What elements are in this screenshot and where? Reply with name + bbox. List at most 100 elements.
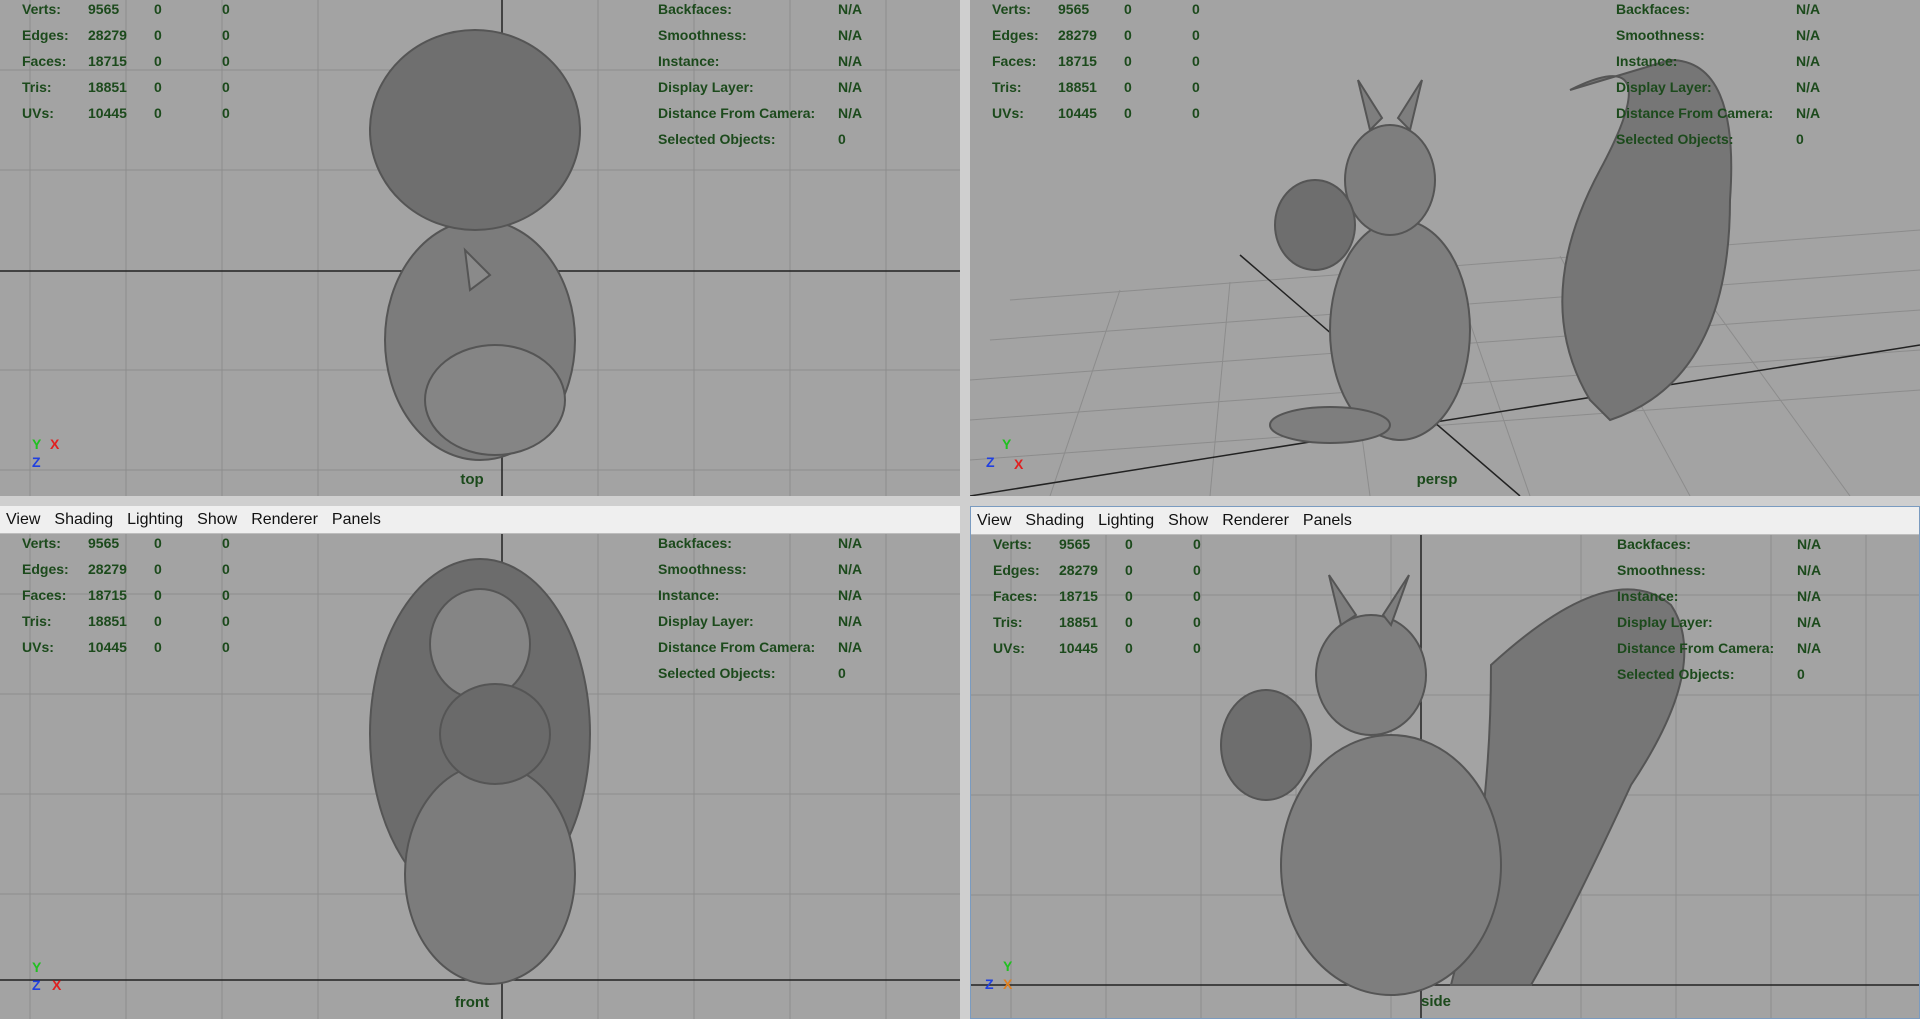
panel-top[interactable]: Verts: 9565 0 0 Edges: 28279 0 0 Faces: 18715 0 0 Tr… (0, 0, 960, 496)
hud-info-label: Backfaces: (1617, 536, 1691, 552)
hud-info-label: Backfaces: (1616, 1, 1690, 17)
hud-stat-value: 0 (1193, 588, 1201, 604)
hud-stat-value: 0 (1193, 614, 1201, 630)
hud-stat-value: 0 (1124, 1, 1132, 17)
hud-stat-value: 0 (1193, 640, 1201, 656)
menu-panels[interactable]: Panels (332, 511, 381, 529)
axis-label: X (1014, 456, 1024, 472)
hud-stat-value: 0 (222, 535, 230, 551)
panel-side[interactable]: View Shading Lighting Show Renderer Panels Ve… (970, 506, 1920, 1019)
hud-stat-value: 28279 (88, 27, 127, 43)
hud-info-value: N/A (838, 79, 863, 95)
axis-gizmo-persp: Y Z X (984, 436, 1024, 476)
hud-info-value: N/A (838, 613, 863, 629)
hud-info-value: N/A (838, 1, 863, 17)
hud-info-label: Smoothness: (1616, 27, 1705, 43)
hud-stat-value: 0 (154, 53, 162, 69)
hud-stat-value: Tris: (992, 79, 1022, 95)
hud-stat-value: 0 (1125, 614, 1133, 630)
hud-stat-value: 9565 (88, 535, 120, 551)
viewport-side[interactable] (971, 535, 1919, 1018)
hud-info-label: Display Layer: (1617, 614, 1713, 630)
hud-info-label: Distance From Camera: (1616, 105, 1774, 121)
hud-stat-value: 9565 (1059, 536, 1091, 552)
hud-info-value: 0 (1797, 666, 1805, 682)
hud-info-value: N/A (838, 27, 863, 43)
hud-stat-value: 0 (222, 105, 230, 121)
hud-stat-value: Verts: (22, 535, 61, 551)
panel-front[interactable]: View Shading Lighting Show Renderer Panels Ve… (0, 506, 960, 1019)
hud-info-value: 0 (838, 665, 846, 681)
viewport-front[interactable] (0, 534, 960, 1019)
hud-info-value: N/A (1797, 588, 1822, 604)
hud-info-label: Selected Objects: (1616, 131, 1734, 147)
hud-info-label: Display Layer: (1616, 79, 1712, 95)
menu-view[interactable]: View (6, 511, 40, 529)
hud-stat-value: 18851 (88, 79, 127, 95)
axis-label: Y (32, 436, 42, 452)
panel-splitter-horizontal[interactable] (0, 496, 1920, 506)
grid-side (971, 535, 1919, 1018)
menu-show[interactable]: Show (197, 511, 237, 529)
hud-stat-value: 0 (154, 27, 162, 43)
hud-stat-value: 9565 (88, 1, 120, 17)
menu-shading[interactable]: Shading (54, 511, 113, 529)
hud-info-value: N/A (838, 105, 863, 121)
hud-stat-value: Edges: (992, 27, 1039, 43)
hud-info-value: N/A (838, 535, 863, 551)
axis-label: Y (32, 959, 42, 975)
hud-stat-value: 18851 (1058, 79, 1097, 95)
hud-stat-value: 18851 (1059, 614, 1098, 630)
menu-view[interactable]: View (977, 512, 1011, 530)
camera-label-front: front (454, 994, 490, 1011)
hud-stat-value: 18715 (1058, 53, 1097, 69)
axis-gizmo-front: Y Z X (28, 959, 68, 999)
hud-stat-value: 0 (154, 535, 162, 551)
hud-info-label: Selected Objects: (1617, 666, 1735, 682)
hud-info-label: Distance From Camera: (658, 105, 816, 121)
panel-persp[interactable]: Verts: 9565 0 0 Edges: 28279 0 0 Faces: 18715 0 0 Tr… (970, 0, 1920, 496)
viewport-top[interactable] (0, 0, 960, 496)
hud-info-label: Backfaces: (658, 535, 732, 551)
hud-info-label: Smoothness: (1617, 562, 1706, 578)
hud-stat-value: 0 (1193, 562, 1201, 578)
hud-info-label: Instance: (658, 587, 720, 603)
hud-stat-value: 0 (1192, 53, 1200, 69)
viewport-persp[interactable] (970, 0, 1920, 496)
hud-info-label: Display Layer: (658, 79, 754, 95)
axis-label: Y (1003, 958, 1013, 974)
menu-renderer[interactable]: Renderer (1222, 512, 1289, 530)
hud-stat-value: 18715 (88, 53, 127, 69)
hud-stat-value: Faces: (22, 587, 67, 603)
hud-stat-value: UVs: (22, 639, 54, 655)
menu-show[interactable]: Show (1168, 512, 1208, 530)
hud-stat-value: 0 (222, 79, 230, 95)
menu-panels[interactable]: Panels (1303, 512, 1352, 530)
camera-label-side: side (1420, 993, 1452, 1010)
hud-stat-value: 0 (222, 587, 230, 603)
hud-stat-value: 0 (1125, 640, 1133, 656)
hud-stat-value: 0 (222, 53, 230, 69)
menu-lighting[interactable]: Lighting (1098, 512, 1154, 530)
camera-label-top: top (460, 471, 484, 488)
hud-info-label: Instance: (1617, 588, 1679, 604)
hud-info-label: Smoothness: (658, 561, 747, 577)
hud-info-label: Smoothness: (658, 27, 747, 43)
hud-stat-value: Edges: (993, 562, 1040, 578)
hud-info-value: N/A (1796, 27, 1821, 43)
hud-stat-value: 9565 (1058, 1, 1090, 17)
hud-stat-value: 18851 (88, 613, 127, 629)
menu-lighting[interactable]: Lighting (127, 511, 183, 529)
hud-info-value: N/A (1796, 53, 1821, 69)
hud-stat-value: 28279 (88, 561, 127, 577)
panel-splitter-vertical[interactable] (960, 0, 970, 1019)
menu-shading[interactable]: Shading (1025, 512, 1084, 530)
hud-info-value: N/A (1797, 536, 1822, 552)
squirrel-model-front (369, 558, 591, 985)
hud-stat-value: Verts: (22, 1, 61, 17)
squirrel-model-top (369, 29, 581, 461)
axis-gizmo-top: Y X Z (28, 436, 68, 476)
menu-renderer[interactable]: Renderer (251, 511, 318, 529)
hud-stat-value: 10445 (88, 639, 127, 655)
hud-stat-value: Tris: (993, 614, 1023, 630)
